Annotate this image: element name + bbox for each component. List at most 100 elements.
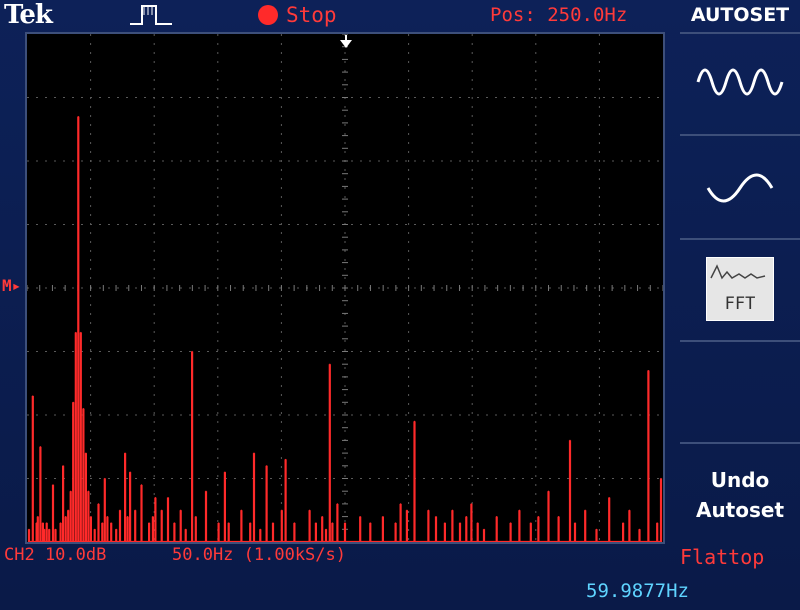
run-stop-status: Stop xyxy=(258,0,337,30)
spectrum-peak-point xyxy=(435,516,437,518)
spectrum-peak-point xyxy=(195,516,197,518)
spectrum-peak-point xyxy=(595,528,598,530)
spectrum-peak-point xyxy=(60,522,62,524)
spectrum-peak-point xyxy=(638,528,641,530)
spectrum-peak-point xyxy=(293,522,296,524)
spectrum-peak-point xyxy=(496,516,498,518)
spectrum-peak-point xyxy=(325,528,327,530)
fft-label: FFT xyxy=(724,294,756,314)
spectrum-peak-point xyxy=(427,509,430,511)
spectrum-peak-point xyxy=(284,458,287,461)
spectrum-peak-point xyxy=(75,331,77,334)
multi-cycle-option-button[interactable] xyxy=(680,32,800,130)
spectrum-graticule xyxy=(25,32,665,544)
spectrum-peak-point xyxy=(272,522,274,524)
spectrum-peak-point xyxy=(622,522,624,524)
spectrum-peak-point xyxy=(82,408,84,410)
undo-autoset-label-line2: Autoset xyxy=(695,497,785,522)
spectrum-peak-point xyxy=(67,509,69,511)
spectrum-peak-point xyxy=(52,484,54,486)
status-bar: Tek Stop Pos: 250.0Hz xyxy=(0,0,680,30)
spectrum-peak-point xyxy=(72,401,74,403)
spectrum-peak-point xyxy=(87,490,90,492)
spectrum-peak-point xyxy=(530,522,532,524)
measured-frequency-readout: 59.9877Hz xyxy=(586,580,689,602)
single-cycle-option-button[interactable] xyxy=(680,134,800,236)
spectrum-peak-point xyxy=(249,522,251,524)
menu-spacer xyxy=(680,340,800,440)
spectrum-peak-point xyxy=(101,522,103,524)
menu-title: AUTOSET xyxy=(690,4,790,26)
spectrum-peak-point xyxy=(309,509,311,511)
fft-option-button[interactable]: FFT xyxy=(680,238,800,338)
spectrum-peak-point xyxy=(185,528,187,530)
window-type-readout: Flattop xyxy=(680,545,765,569)
spectrum-peak-point xyxy=(394,522,397,524)
spectrum-peak-point xyxy=(547,490,550,492)
spectrum-peak-point xyxy=(321,516,323,518)
spectrum-peak-point xyxy=(35,522,38,524)
pulse-trigger-icon xyxy=(128,3,174,31)
spectrum-peak-point xyxy=(369,522,371,524)
spectrum-peak-point xyxy=(228,522,230,524)
spectrum-peak-point xyxy=(647,369,649,372)
run-state-label: Stop xyxy=(286,3,337,27)
spectrum-peak-point xyxy=(42,522,44,524)
spectrum-peak-point xyxy=(115,528,117,530)
trigger-position-marker-icon xyxy=(337,34,355,52)
spectrum-peak-point xyxy=(465,516,467,518)
spectrum-peak-point xyxy=(382,516,384,518)
stop-dot-icon xyxy=(258,5,278,25)
autoset-side-menu: AUTOSET FFT Undo Autoset xyxy=(680,0,800,545)
spectrum-peak-point xyxy=(39,446,41,448)
spectrum-peak-point xyxy=(134,509,136,511)
spectrum-peak-point xyxy=(90,516,92,518)
spectrum-peak-point xyxy=(315,522,317,524)
spectrum-peak-point xyxy=(656,522,658,524)
spectrum-peak-point xyxy=(483,528,485,530)
fft-icon: FFT xyxy=(706,257,774,321)
spectrum-peak-point xyxy=(558,516,560,518)
brand-logo: Tek xyxy=(4,0,53,30)
spectrum-peak-point xyxy=(224,471,226,473)
spectrum-peak-point xyxy=(477,522,479,524)
spectrum-peak-point xyxy=(167,496,169,499)
spectrum-peak-point xyxy=(266,465,268,467)
spectrum-peak-point xyxy=(94,528,96,530)
spectrum-peak-point xyxy=(32,395,34,397)
undo-autoset-label-line1: Undo xyxy=(710,467,770,492)
spectrum-peak-point xyxy=(43,528,45,530)
oscilloscope-screen: Tek Stop Pos: 250.0Hz M▸ CH2 10.0dB 50.0… xyxy=(0,0,800,610)
spectrum-peak-point xyxy=(129,471,131,473)
spectrum-peak-point xyxy=(608,496,610,499)
spectrum-peak-point xyxy=(451,509,454,511)
spectrum-peak-point xyxy=(126,516,129,518)
spectrum-peak-point xyxy=(281,509,283,511)
spectrum-peak-point xyxy=(28,528,30,530)
spectrum-peak-point xyxy=(37,516,39,518)
spectrum-peak-point xyxy=(124,452,126,454)
spectrum-peak-point xyxy=(509,522,512,524)
spectrum-peak-point xyxy=(518,509,521,511)
channel-scale-readout: CH2 10.0dB xyxy=(4,545,107,565)
spectrum-peak-point xyxy=(400,503,402,505)
spectrum-peak-point xyxy=(444,522,446,524)
spectrum-peak-point xyxy=(253,452,255,454)
spectrum-peak-point xyxy=(180,509,182,511)
frequency-scale-readout: 50.0Hz (1.00kS/s) xyxy=(172,545,346,565)
spectrum-peak-point xyxy=(62,465,64,467)
spectrum-peak-point xyxy=(140,484,143,486)
spectrum-peak-point xyxy=(336,503,339,505)
spectrum-peak-point xyxy=(218,522,220,524)
undo-autoset-button[interactable]: Undo Autoset xyxy=(680,442,800,545)
spectrum-peak-point xyxy=(77,115,79,118)
spectrum-peak-point xyxy=(191,350,193,353)
spectrum-peak-point xyxy=(48,528,50,530)
spectrum-peak-point xyxy=(80,331,82,334)
single-cycle-sine-icon xyxy=(706,173,774,203)
spectrum-peak-point xyxy=(85,452,87,454)
spectrum-peak-point xyxy=(331,522,333,524)
spectrum-peak-point xyxy=(574,522,576,524)
spectrum-peak-point xyxy=(205,490,207,492)
spectrum-peak-point xyxy=(240,509,242,511)
